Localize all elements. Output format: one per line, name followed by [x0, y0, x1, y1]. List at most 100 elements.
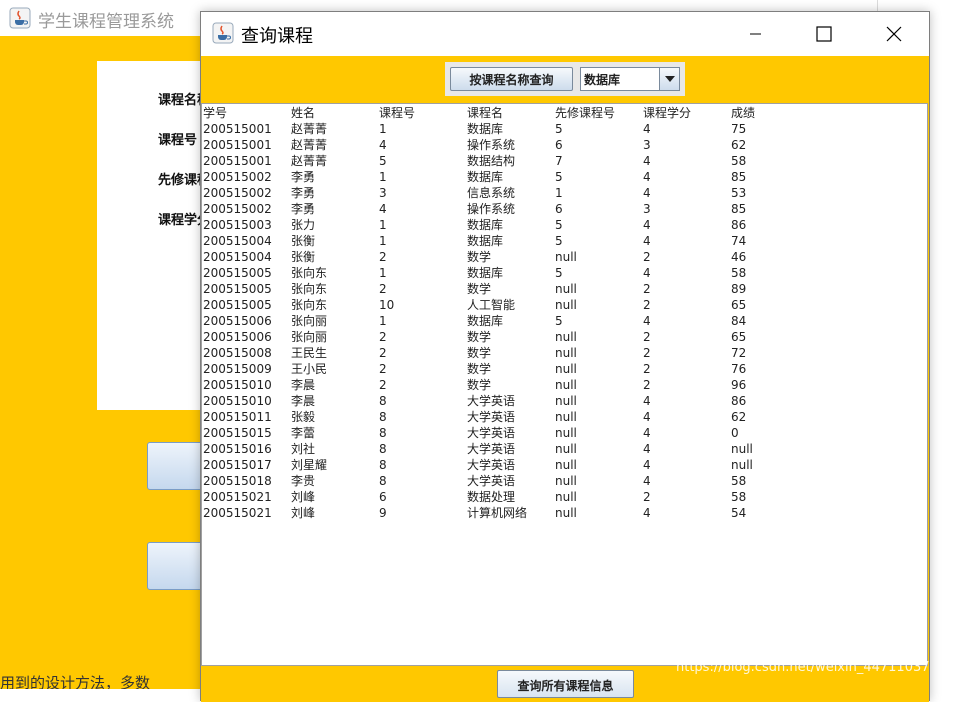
- prereq-course-label: 先修课程号: [158, 173, 200, 188]
- cell-student-id: 200515008: [203, 346, 272, 360]
- maximize-button[interactable]: [801, 12, 847, 56]
- cell-course-credit: 4: [643, 474, 651, 488]
- table-row[interactable]: 200515001 赵菁菁 5 数据结构 7 4 58: [202, 153, 927, 169]
- cell-student-name: 刘峰: [291, 490, 316, 504]
- cell-grade: 46: [731, 250, 747, 264]
- cell-course-credit: 4: [643, 506, 651, 520]
- cell-student-name: 刘社: [291, 442, 316, 456]
- table-row[interactable]: 200515006 张向丽 1 数据库 5 4 84: [202, 313, 927, 329]
- table-row[interactable]: 200515008 王民生 2 数学 null 2 72: [202, 345, 927, 361]
- cell-grade: 54: [731, 506, 747, 520]
- cell-student-id: 200515001: [203, 122, 272, 136]
- cell-student-name: 李勇: [291, 186, 316, 200]
- minimize-button[interactable]: [733, 12, 779, 56]
- cell-course-id: 2: [379, 378, 387, 392]
- cell-student-id: 200515004: [203, 234, 272, 248]
- cell-prereq-course: 5: [555, 266, 563, 280]
- query-by-name-button[interactable]: 按课程名称查询: [450, 67, 573, 91]
- column-header-grade[interactable]: 成绩: [731, 105, 755, 121]
- cell-prereq-course: null: [555, 394, 577, 408]
- cell-course-id: 3: [379, 186, 387, 200]
- cell-prereq-course: null: [555, 410, 577, 424]
- table-row[interactable]: 200515002 李勇 1 数据库 5 4 85: [202, 169, 927, 185]
- cell-student-id: 200515006: [203, 330, 272, 344]
- cell-prereq-course: null: [555, 282, 577, 296]
- cell-student-id: 200515015: [203, 426, 272, 440]
- main-action-button-1[interactable]: [147, 442, 207, 490]
- cell-student-id: 200515017: [203, 458, 272, 472]
- cell-student-name: 李勇: [291, 170, 316, 184]
- cell-student-name: 王小民: [291, 362, 328, 376]
- query-all-courses-button[interactable]: 查询所有课程信息: [497, 670, 634, 698]
- cell-prereq-course: null: [555, 346, 577, 360]
- main-action-button-2[interactable]: [147, 542, 207, 590]
- column-header-student-id[interactable]: 学号: [203, 105, 227, 121]
- column-header-course-credit[interactable]: 课程学分: [643, 105, 691, 121]
- cell-grade: 85: [731, 202, 747, 216]
- cell-student-name: 张向丽: [291, 314, 328, 328]
- column-header-prereq-course[interactable]: 先修课程号: [555, 105, 615, 121]
- table-row[interactable]: 200515011 张毅 8 大学英语 null 4 62: [202, 409, 927, 425]
- dialog-titlebar[interactable]: 查询课程: [201, 12, 929, 56]
- column-header-student-name[interactable]: 姓名: [291, 105, 315, 121]
- table-row[interactable]: 200515002 李勇 4 操作系统 6 3 85: [202, 201, 927, 217]
- dropdown-arrow-button[interactable]: [659, 68, 679, 90]
- cell-course-credit: 3: [643, 138, 651, 152]
- table-header: 学号 姓名 课程号 课程名 先修课程号 课程学分 成绩: [202, 105, 927, 121]
- cell-course-credit: 4: [643, 234, 651, 248]
- cell-student-id: 200515002: [203, 170, 272, 184]
- cell-course-id: 1: [379, 314, 387, 328]
- close-button[interactable]: [871, 12, 917, 56]
- cell-grade: null: [731, 442, 753, 456]
- table-row[interactable]: 200515016 刘社 8 大学英语 null 4 null: [202, 441, 927, 457]
- column-header-course-name[interactable]: 课程名: [467, 105, 503, 121]
- results-table[interactable]: 学号 姓名 课程号 课程名 先修课程号 课程学分 成绩 200515001 赵菁菁 1 数据库 5 4…: [201, 103, 928, 666]
- table-row[interactable]: 200515004 张衡 1 数据库 5 4 74: [202, 233, 927, 249]
- table-row[interactable]: 200515010 李晨 2 数学 null 2 96: [202, 377, 927, 393]
- table-row[interactable]: 200515001 赵菁菁 4 操作系统 6 3 62: [202, 137, 927, 153]
- cell-course-name: 数据库: [467, 234, 504, 248]
- cell-grade: 53: [731, 186, 747, 200]
- cell-prereq-course: null: [555, 426, 577, 440]
- table-row[interactable]: 200515005 张向东 1 数据库 5 4 58: [202, 265, 927, 281]
- table-row[interactable]: 200515003 张力 1 数据库 5 4 86: [202, 217, 927, 233]
- cell-course-name: 数据处理: [467, 490, 516, 504]
- table-row[interactable]: 200515005 张向东 2 数学 null 2 89: [202, 281, 927, 297]
- cell-course-name: 数据库: [467, 266, 504, 280]
- column-header-course-id[interactable]: 课程号: [379, 105, 415, 121]
- table-row[interactable]: 200515009 王小民 2 数学 null 2 76: [202, 361, 927, 377]
- table-row[interactable]: 200515002 李勇 3 信息系统 1 4 53: [202, 185, 927, 201]
- cell-course-credit: 2: [643, 330, 651, 344]
- cell-prereq-course: null: [555, 298, 577, 312]
- background-text: 用到的设计方法，多数: [0, 674, 151, 689]
- cell-course-id: 4: [379, 138, 387, 152]
- table-row[interactable]: 200515004 张衡 2 数学 null 2 46: [202, 249, 927, 265]
- table-row[interactable]: 200515021 刘峰 6 数据处理 null 2 58: [202, 489, 927, 505]
- cell-prereq-course: null: [555, 330, 577, 344]
- maximize-icon: [816, 26, 832, 42]
- table-row[interactable]: 200515010 李晨 8 大学英语 null 4 86: [202, 393, 927, 409]
- cell-course-name: 大学英语: [467, 458, 516, 472]
- table-row[interactable]: 200515005 张向东 10 人工智能 null 2 65: [202, 297, 927, 313]
- table-row[interactable]: 200515018 李贵 8 大学英语 null 4 58: [202, 473, 927, 489]
- cell-course-name: 数学: [467, 250, 492, 264]
- cell-course-name: 数学: [467, 282, 492, 296]
- table-row[interactable]: 200515001 赵菁菁 1 数据库 5 4 75: [202, 121, 927, 137]
- course-name-select[interactable]: 数据库: [580, 67, 680, 91]
- cell-course-id: 1: [379, 170, 387, 184]
- cell-course-name: 操作系统: [467, 138, 516, 152]
- table-row[interactable]: 200515006 张向丽 2 数学 null 2 65: [202, 329, 927, 345]
- course-credit-label: 课程学分: [158, 213, 200, 228]
- table-row[interactable]: 200515015 李蕾 8 大学英语 null 4 0: [202, 425, 927, 441]
- cell-grade: 74: [731, 234, 747, 248]
- cell-grade: 85: [731, 170, 747, 184]
- table-row[interactable]: 200515017 刘星耀 8 大学英语 null 4 null: [202, 457, 927, 473]
- cell-course-credit: 2: [643, 378, 651, 392]
- cell-student-name: 赵菁菁: [291, 154, 328, 168]
- cell-grade: 58: [731, 154, 747, 168]
- cell-student-name: 张向东: [291, 282, 328, 296]
- cell-course-credit: 4: [643, 122, 651, 136]
- cell-student-name: 赵菁菁: [291, 138, 328, 152]
- table-row[interactable]: 200515021 刘峰 9 计算机网络 null 4 54: [202, 505, 927, 521]
- cell-grade: 75: [731, 122, 747, 136]
